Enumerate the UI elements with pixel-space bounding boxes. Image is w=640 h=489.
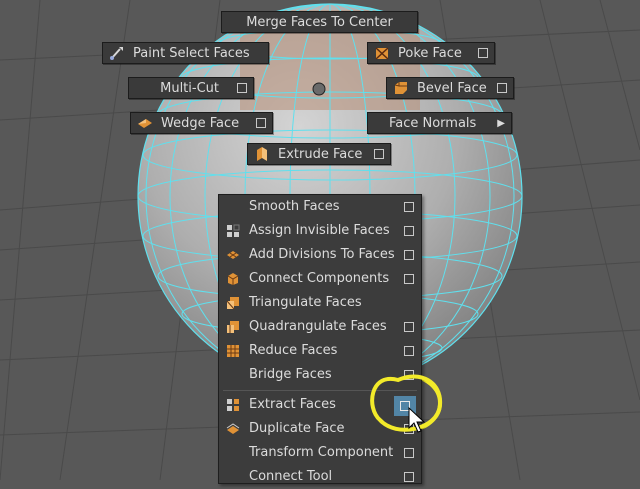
annotation-layer [370, 374, 443, 433]
annotation-circle-stroke [370, 374, 443, 432]
